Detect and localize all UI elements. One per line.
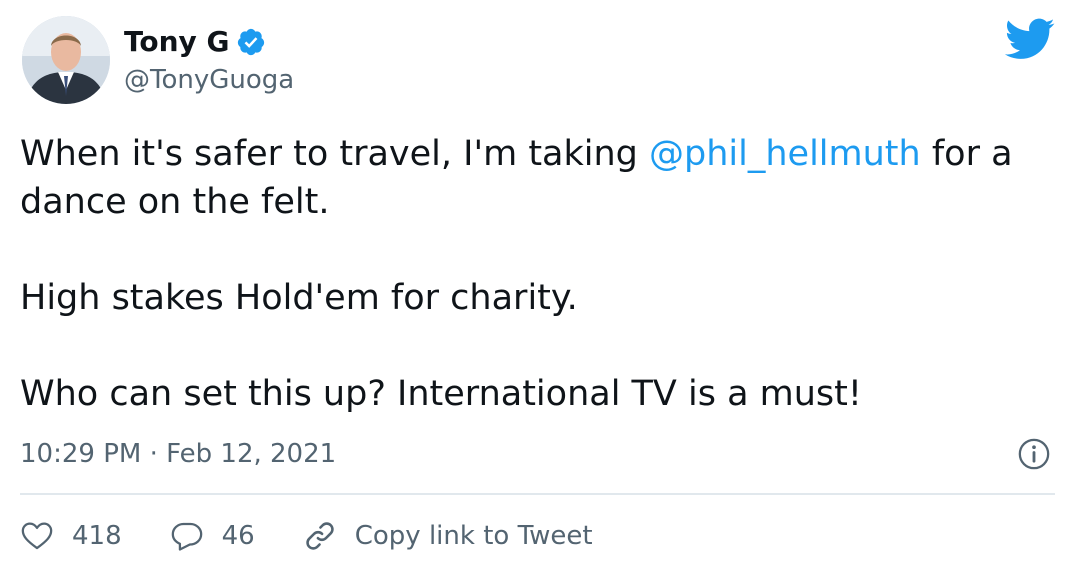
tweet-paragraph-3: Who can set this up? International TV is… xyxy=(20,374,862,414)
mention-link[interactable]: @phil_hellmuth xyxy=(649,134,921,174)
reply-icon xyxy=(171,522,202,551)
tweet-paragraph-1: When it's safer to travel, I'm taking @p… xyxy=(20,130,1060,226)
info-icon[interactable] xyxy=(1017,437,1051,471)
author-handle[interactable]: @TonyGuoga xyxy=(124,64,294,96)
divider xyxy=(20,493,1055,495)
author-name-text[interactable]: Tony G xyxy=(124,24,230,60)
heart-icon xyxy=(21,522,53,550)
tweet-timestamp[interactable]: 10:29 PM · Feb 12, 2021 xyxy=(20,434,336,474)
twitter-bird-icon[interactable] xyxy=(1004,18,1056,60)
reply-count: 46 xyxy=(221,521,255,551)
tweet-text: When it's safer to travel, I'm taking @p… xyxy=(20,130,1060,418)
tweet-paragraph-2: High stakes Hold'em for charity. xyxy=(20,278,578,318)
copy-link-button[interactable]: Copy link to Tweet xyxy=(303,519,593,553)
link-icon xyxy=(306,522,334,550)
copy-link-label: Copy link to Tweet xyxy=(354,521,593,551)
verified-icon xyxy=(237,28,264,56)
avatar[interactable] xyxy=(22,16,110,104)
tweet-text-part: When it's safer to travel, I'm taking xyxy=(20,134,650,174)
author-name[interactable]: Tony G xyxy=(124,24,266,60)
like-button[interactable]: 418 xyxy=(20,519,122,553)
like-count: 418 xyxy=(72,521,122,551)
reply-button[interactable]: 46 xyxy=(170,519,255,553)
tweet-actions: 418 46 Copy link to Tweet xyxy=(20,514,641,558)
